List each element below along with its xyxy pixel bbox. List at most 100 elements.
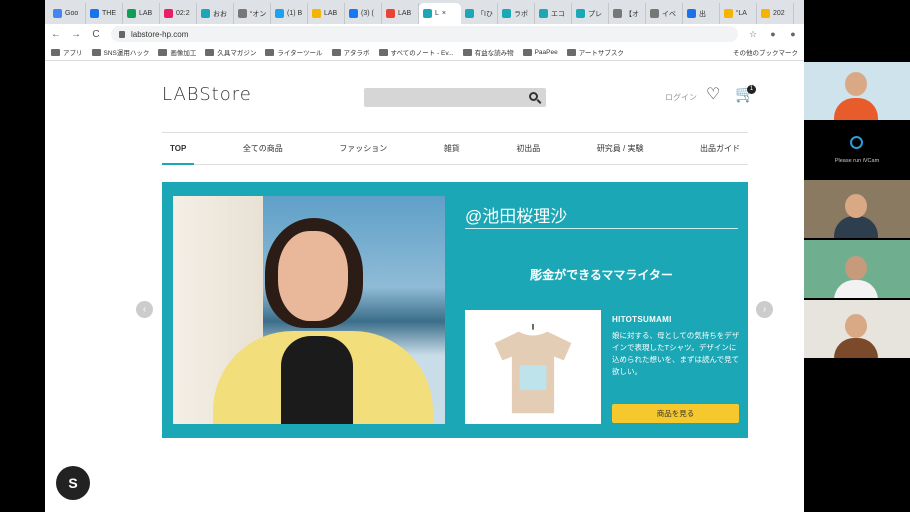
- favicon-icon: [724, 9, 733, 18]
- bookmark-item[interactable]: すべてのノート - Ev...: [378, 47, 454, 57]
- extension-icon[interactable]: ●: [768, 29, 778, 39]
- browser-tab[interactable]: (3) (: [345, 3, 382, 24]
- extension-icon[interactable]: ●: [788, 29, 798, 39]
- tab-label: LAB: [398, 10, 412, 17]
- folder-icon: [378, 48, 388, 56]
- browser-tab[interactable]: L ×: [419, 3, 461, 24]
- main-nav: TOP 全ての商品 ファッション 雑貨 初出品 研究員 / 実験 出品ガイド: [162, 132, 748, 165]
- search-icon[interactable]: [529, 92, 538, 101]
- bookmark-item[interactable]: アプリ: [51, 47, 83, 57]
- browser-tab[interactable]: THE: [86, 3, 123, 24]
- bookmark-item[interactable]: アートサブスク: [566, 47, 624, 57]
- browser-tab[interactable]: 202: [757, 3, 794, 24]
- favicon-icon: [613, 9, 622, 18]
- favicon-icon: [312, 9, 321, 18]
- bookmark-item[interactable]: 画像加工: [158, 47, 196, 57]
- nav-item[interactable]: ファッション: [331, 132, 395, 165]
- nav-item[interactable]: 研究員 / 実験: [589, 132, 652, 165]
- nav-item[interactable]: 雑貨: [436, 132, 468, 165]
- favicon-icon: [502, 9, 511, 18]
- browser-tab[interactable]: 【オ: [609, 3, 646, 24]
- site-logo[interactable]: LABStore: [162, 84, 252, 105]
- participant-head: [845, 256, 867, 280]
- bookmark-item[interactable]: 有益な読み物: [462, 47, 514, 57]
- browser-tab[interactable]: “オン: [234, 3, 271, 24]
- tab-label: L: [435, 10, 439, 17]
- bookmark-label: ライターツール: [277, 50, 323, 57]
- bookmark-item[interactable]: SNS運用ハック: [91, 47, 150, 57]
- tab-label: エコ: [551, 10, 565, 18]
- divider: [465, 228, 738, 229]
- bookmark-label: PaaPee: [534, 48, 558, 56]
- browser-toolbar: ← → C labstore-hp.com ☆ ● ●: [45, 24, 804, 44]
- video-call-panel: Please run iVCam: [804, 0, 910, 512]
- browser-tab[interactable]: おお: [197, 3, 234, 24]
- bookmark-item[interactable]: PaaPee: [522, 48, 558, 56]
- tab-label: おお: [213, 10, 227, 18]
- reload-icon[interactable]: C: [91, 29, 101, 40]
- favicon-icon: [423, 9, 432, 18]
- browser-tab[interactable]: “LA: [720, 3, 757, 24]
- browser-tab[interactable]: 出: [683, 3, 720, 24]
- ivcam-caption: Please run iVCam: [834, 158, 880, 164]
- product-name: HITOTSUMAMI: [612, 315, 672, 324]
- favicon-icon: [465, 9, 474, 18]
- folder-icon: [51, 48, 60, 56]
- carousel-next-button[interactable]: ›: [756, 301, 773, 318]
- view-product-button[interactable]: 商品を見る: [612, 404, 739, 423]
- bookmark-item[interactable]: アタラボ: [331, 47, 370, 57]
- address-bar[interactable]: labstore-hp.com: [111, 26, 738, 42]
- bookmark-item[interactable]: ライターツール: [265, 47, 323, 57]
- participant-head: [845, 194, 867, 218]
- browser-tab[interactable]: 「Iひ: [461, 3, 498, 24]
- tab-label: “オン: [250, 10, 267, 18]
- favicon-icon: [127, 9, 136, 18]
- browser-tab[interactable]: LAB: [308, 3, 345, 24]
- search-input[interactable]: [364, 88, 546, 107]
- nav-item[interactable]: 全ての商品: [235, 132, 291, 165]
- nav-item[interactable]: 初出品: [508, 132, 548, 165]
- nav-item[interactable]: TOP: [162, 132, 195, 165]
- heart-icon[interactable]: ♡: [706, 87, 720, 103]
- url-text: labstore-hp.com: [131, 29, 189, 39]
- browser-tab[interactable]: (1) B: [271, 3, 308, 24]
- browser-window: Goo THE LAB 02:2 おお “オン (1) B LAB (3) (LAB L × 「Iひラ…: [45, 0, 804, 512]
- product-description: 娘に対する、母としての気持ちをデザインで表現したTシャツ。デザインに込められた想…: [612, 331, 740, 376]
- browser-tab[interactable]: 02:2: [160, 3, 197, 24]
- camera-icon: [850, 136, 863, 149]
- browser-tab[interactable]: エコ: [535, 3, 572, 24]
- browser-tab[interactable]: Goo: [49, 3, 86, 24]
- browser-tab[interactable]: LAB: [382, 3, 419, 24]
- back-icon[interactable]: ←: [51, 29, 61, 40]
- participant-head: [845, 72, 867, 96]
- login-link[interactable]: ログイン: [665, 92, 697, 103]
- browser-tab[interactable]: イベ: [646, 3, 683, 24]
- participant-body: [834, 280, 878, 298]
- favicon-icon: [576, 9, 585, 18]
- favicon-icon: [650, 9, 659, 18]
- close-tab-icon[interactable]: ×: [442, 10, 446, 17]
- shopify-icon[interactable]: S: [56, 466, 90, 500]
- tab-label: イベ: [662, 10, 676, 18]
- tab-label: 【オ: [625, 10, 639, 18]
- other-bookmarks[interactable]: その他のブックマーク: [733, 47, 798, 57]
- product-image[interactable]: [465, 310, 601, 424]
- favicon-icon: [164, 9, 173, 18]
- browser-tab[interactable]: LAB: [123, 3, 160, 24]
- star-icon[interactable]: ☆: [748, 29, 758, 39]
- participant-body: [834, 98, 878, 120]
- tab-label: プレ: [588, 10, 602, 18]
- carousel-prev-button[interactable]: ‹: [136, 301, 153, 318]
- browser-tab[interactable]: ラボ: [498, 3, 535, 24]
- participant-video: [804, 180, 910, 238]
- favicon-icon: [90, 9, 99, 18]
- bookmark-label: SNS運用ハック: [103, 50, 150, 57]
- participant-video: [804, 62, 910, 120]
- browser-tab[interactable]: プレ: [572, 3, 609, 24]
- favicon-icon: [687, 9, 696, 18]
- nav-item[interactable]: 出品ガイド: [692, 132, 748, 165]
- participant-body: [834, 338, 878, 358]
- bookmark-label: すべてのノート - Ev...: [390, 50, 454, 57]
- bookmark-item[interactable]: 久具マガジン: [205, 47, 256, 57]
- forward-icon[interactable]: →: [71, 29, 81, 40]
